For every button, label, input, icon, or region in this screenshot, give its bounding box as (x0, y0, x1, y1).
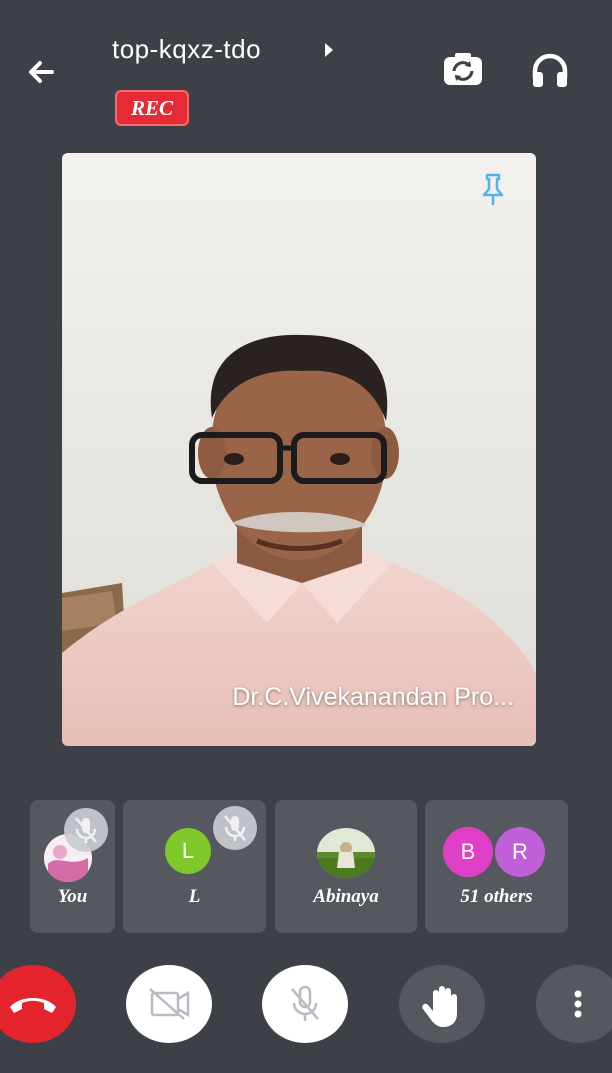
participant-name: L (188, 886, 201, 907)
participant-tile-l[interactable]: L L (123, 800, 266, 933)
more-options-button[interactable] (536, 965, 612, 1043)
raise-hand-button[interactable] (399, 965, 485, 1043)
participant-name: 51 others (460, 886, 533, 907)
mic-off-icon (291, 985, 319, 1021)
raise-hand-icon (422, 986, 457, 1027)
mic-off-icon (224, 815, 246, 841)
mic-toggle-button[interactable] (262, 965, 348, 1043)
participant-tile-abinaya[interactable]: Abinaya (275, 800, 417, 933)
avatar: L (165, 828, 211, 874)
more-vert-icon (574, 990, 582, 1018)
caret-right-icon[interactable] (322, 40, 336, 60)
speaker-video-image (62, 153, 536, 746)
participant-name: You (57, 886, 88, 907)
participant-name: Abinaya (313, 886, 379, 907)
phone-hangup-icon (10, 998, 56, 1013)
avatar: R (495, 827, 545, 877)
video-off-icon (149, 988, 190, 1020)
headphones-icon (532, 53, 568, 87)
speaker-name-label: Dr.C.Vivekanandan Pro... (232, 683, 514, 711)
top-bar: top-kqxz-tdo REC (0, 0, 612, 140)
avatar: B (443, 827, 493, 877)
main-video-feed[interactable]: Dr.C.Vivekanandan Pro... (62, 153, 536, 746)
pin-button[interactable] (478, 171, 508, 209)
arrow-back-icon (29, 61, 54, 83)
audio-output-button[interactable] (528, 50, 572, 92)
end-call-button[interactable] (0, 965, 76, 1043)
switch-camera-icon (444, 53, 482, 85)
recording-badge: REC (115, 90, 189, 126)
participant-tile-you[interactable]: You (30, 800, 115, 933)
back-button[interactable] (22, 52, 62, 92)
pin-icon (482, 173, 504, 205)
muted-badge (213, 806, 257, 850)
camera-toggle-button[interactable] (126, 965, 212, 1043)
switch-camera-button[interactable] (440, 50, 486, 92)
participant-tile-others[interactable]: B R 51 others (425, 800, 568, 933)
meeting-code[interactable]: top-kqxz-tdo (112, 34, 261, 65)
muted-badge (64, 808, 108, 852)
avatar (317, 828, 375, 878)
mic-off-icon (75, 817, 97, 843)
